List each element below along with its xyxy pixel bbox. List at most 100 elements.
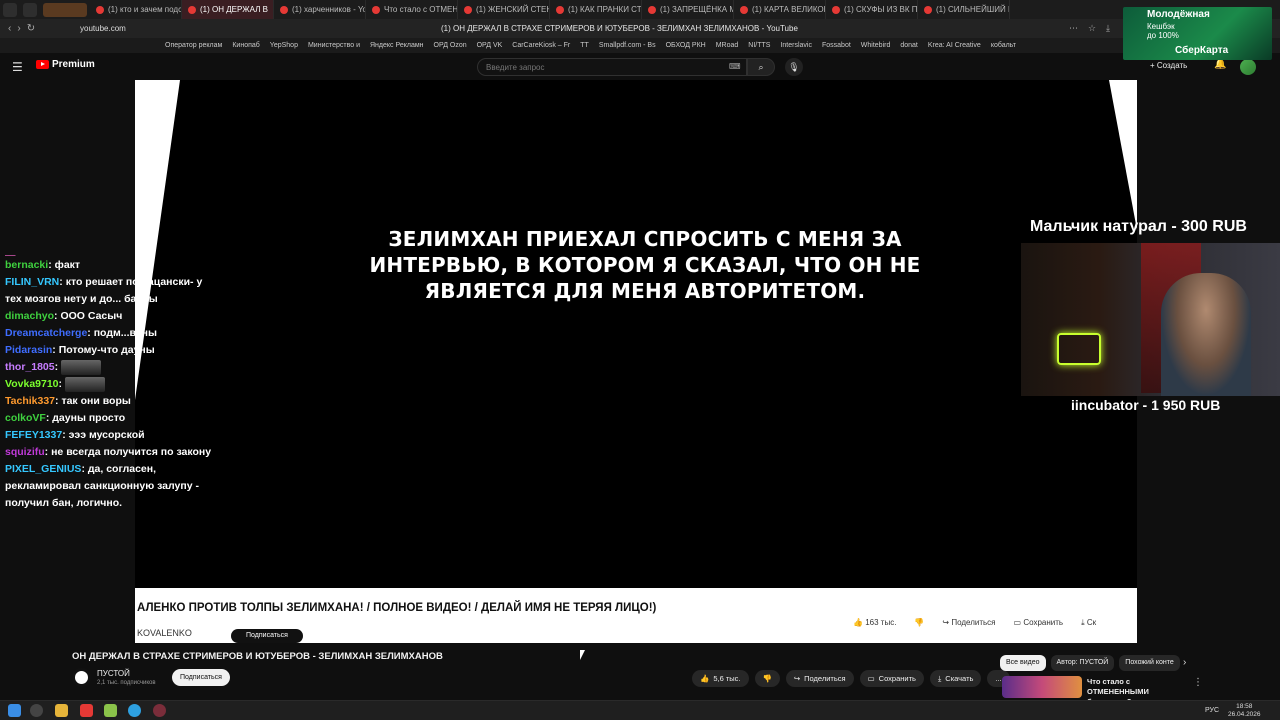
browser-sidebar-icon[interactable]: [23, 2, 37, 17]
keyboard-icon[interactable]: ⌨: [729, 62, 741, 71]
like-icon: 👍: [853, 618, 863, 627]
obs-icon[interactable]: [153, 704, 166, 717]
youtube-logo[interactable]: Premium: [36, 59, 95, 70]
save-button[interactable]: ▭ Сохранить: [859, 670, 924, 687]
embedded-save: ▭ Сохранить: [1014, 618, 1064, 628]
bookmark-item[interactable]: Smallpdf.com - Bs: [599, 42, 656, 49]
stream-logo-icon: [43, 2, 87, 17]
chip-author[interactable]: Автор: ПУСТОЙ: [1050, 655, 1115, 671]
sber-ad-banner[interactable]: Молодёжная Кешбэк до 100% СберКарта: [1123, 7, 1272, 60]
windows-start-icon[interactable]: [8, 704, 21, 717]
video-player[interactable]: ЗЕЛИМХАН ПРИЕХАЛ СПРОСИТЬ С МЕНЯ ЗА ИНТЕ…: [135, 80, 1137, 643]
chat-text: так они воры: [61, 395, 131, 407]
dislike-button[interactable]: 👎: [754, 670, 780, 687]
page-title: (1) ОН ДЕРЖАЛ В СТРАХЕ СТРИМЕРОВ И ЮТУБЕ…: [441, 24, 798, 33]
back-icon[interactable]: ‹: [8, 23, 11, 34]
bookmark-item[interactable]: MRoad: [716, 42, 739, 49]
search-icon[interactable]: [30, 704, 43, 717]
bookmark-item[interactable]: Fossabot: [822, 42, 851, 49]
chat-separator: :: [58, 378, 65, 390]
browser-tab[interactable]: (1) СИЛЬНЕЙШИЙ РОГ: [918, 0, 1010, 19]
chat-message: PIXEL_GENIUS: да, согласен, рекламировал…: [5, 461, 220, 512]
search-input[interactable]: Введите запрос: [477, 58, 747, 76]
bookmark-item[interactable]: кобальт: [991, 42, 1016, 49]
browser-tab[interactable]: (1) ЖЕНСКИЙ СТЕНДАП: [458, 0, 550, 19]
telegram-icon[interactable]: [128, 704, 141, 717]
chip-similar[interactable]: Похожий конте: [1119, 655, 1180, 671]
download-button[interactable]: ⤓ Скачать: [929, 670, 982, 687]
like-button[interactable]: 👍 5,6 тыс.: [692, 670, 749, 687]
browser-tab[interactable]: (1) кто и зачем подсады: [90, 0, 182, 19]
embedded-like: 👍 163 тыс.: [853, 618, 896, 628]
chat-username: thor_1805: [5, 361, 55, 373]
bookmark-item[interactable]: Министерство и: [308, 42, 360, 49]
bookmark-item[interactable]: Interslavic: [780, 42, 812, 49]
bookmark-item[interactable]: NI/TTS: [748, 42, 770, 49]
menu-icon[interactable]: ☰: [12, 60, 23, 74]
notifications-icon[interactable]: 🔔: [1214, 59, 1226, 70]
bookmark-item[interactable]: YepShop: [270, 42, 298, 49]
bookmark-item[interactable]: ОРД VK: [477, 42, 503, 49]
subscribe-button[interactable]: Подписаться: [172, 669, 230, 686]
forward-icon[interactable]: ›: [17, 23, 20, 34]
download-icon: ⤓: [937, 673, 942, 683]
browser-menu-icon[interactable]: [3, 2, 17, 17]
bookmark-item[interactable]: CarCareKiosk – Fr: [512, 42, 570, 49]
bookmark-item[interactable]: ОРД Ozon: [434, 42, 467, 49]
bookmark-item[interactable]: Кинопаб: [232, 42, 259, 49]
share-icon: ↪: [793, 674, 801, 683]
browser-tab[interactable]: Что стало с ОТМЕНЕН: [366, 0, 458, 19]
bookmark-item[interactable]: Krea: AI Creative: [928, 42, 981, 49]
browser-tab[interactable]: (1) ЗАПРЕЩЁНКА МЕСС: [642, 0, 734, 19]
chip-all-videos[interactable]: Все видео: [1000, 655, 1046, 671]
chat-username: FEFEY1337: [5, 429, 63, 441]
youtube-favicon-icon: [464, 5, 472, 14]
save-label: Сохранить: [878, 674, 916, 683]
create-button[interactable]: + Создать: [1150, 61, 1187, 70]
embedded-subscribe-button: Подписаться: [231, 629, 303, 643]
bookmark-item[interactable]: donat: [900, 42, 918, 49]
download-icon[interactable]: ⤓: [1106, 23, 1110, 34]
chat-emote-image: [64, 376, 105, 392]
video-frame-edge: [1109, 80, 1137, 230]
system-clock[interactable]: 18:58 26.04.2026: [1228, 703, 1261, 719]
bookmark-icon[interactable]: ☆: [1088, 23, 1096, 34]
chevron-right-icon[interactable]: ›: [1183, 657, 1186, 668]
bookmark-item[interactable]: TT: [580, 42, 589, 49]
embedded-share: ↪ Поделиться: [942, 618, 995, 628]
browser-tab[interactable]: (1) КАК ПРАНКИ СТАЛИ: [550, 0, 642, 19]
chat-text: не всегда получится по закону: [51, 446, 212, 458]
yandex-browser-icon[interactable]: [80, 704, 93, 717]
channel-name[interactable]: ПУСТОЙ: [97, 669, 130, 678]
bookmark-item[interactable]: Whitebird: [861, 42, 891, 49]
more-vert-icon[interactable]: ⋮: [1193, 677, 1203, 688]
chat-emote-image: [61, 359, 102, 375]
channel-avatar[interactable]: [72, 668, 91, 687]
chat-username: squizifu: [5, 446, 45, 458]
bookmark-item[interactable]: Яндекс Рекламн: [370, 42, 424, 49]
app-icon[interactable]: [104, 704, 117, 717]
recommended-video-thumbnail[interactable]: [1002, 676, 1082, 698]
dislike-icon: 👎: [762, 674, 772, 683]
browser-tab[interactable]: (1) СКУФЫ ИЗ ВК ПРОБ: [826, 0, 918, 19]
browser-tab-active[interactable]: (1) ОН ДЕРЖАЛ В: [182, 0, 274, 19]
search-icon: ⌕: [758, 62, 764, 72]
webcam-neon-sign: [1057, 333, 1101, 365]
account-avatar[interactable]: [1240, 59, 1256, 75]
bookmark-item[interactable]: Оператор реклам: [165, 42, 222, 49]
ad-text: до 100%: [1147, 31, 1179, 40]
more-options-icon[interactable]: ⋯: [1069, 23, 1078, 34]
bookmark-item[interactable]: ОБХОД РКН: [666, 42, 706, 49]
share-button[interactable]: ↪ Поделиться: [785, 670, 854, 687]
mouse-cursor-icon: [580, 650, 590, 660]
browser-tab[interactable]: (1) харченников - YouTu: [274, 0, 366, 19]
file-explorer-icon[interactable]: [55, 704, 68, 717]
video-actions: 👍 5,6 тыс. 👎 ↪ Поделиться ▭ Сохранить ⤓ Скач…: [692, 670, 1010, 687]
keyboard-language[interactable]: РУС: [1205, 707, 1219, 714]
url-field[interactable]: youtube.com: [80, 24, 170, 33]
youtube-favicon-icon: [188, 5, 196, 14]
search-button[interactable]: ⌕: [747, 58, 775, 76]
reload-icon[interactable]: ↻: [27, 23, 35, 34]
browser-tab[interactable]: (1) КАРТА ВЕЛИКОГО П: [734, 0, 826, 19]
voice-search-button[interactable]: 🎙: [785, 58, 803, 76]
